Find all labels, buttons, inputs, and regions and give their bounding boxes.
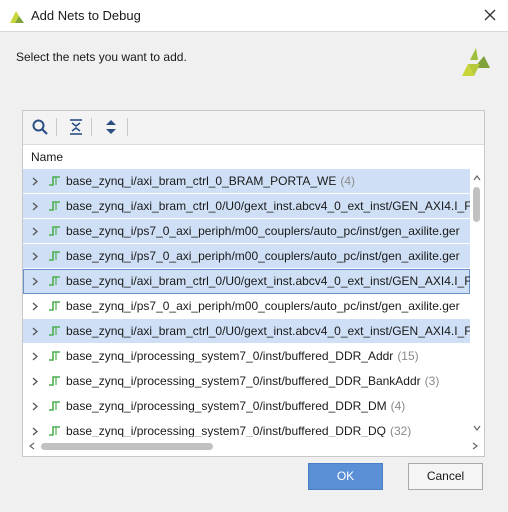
scroll-down-icon[interactable] xyxy=(473,425,481,431)
nets-tree: base_zynq_i/axi_bram_ctrl_0_BRAM_PORTA_W… xyxy=(23,169,470,437)
net-row[interactable]: base_zynq_i/processing_system7_0/inst/bu… xyxy=(23,394,470,419)
horizontal-scroll-thumb[interactable] xyxy=(41,443,213,450)
collapse-all-button[interactable] xyxy=(65,116,87,138)
expand-all-button[interactable] xyxy=(100,116,122,138)
net-bus-icon xyxy=(49,376,60,386)
chevron-right-icon[interactable] xyxy=(31,352,39,361)
net-name: base_zynq_i/processing_system7_0/inst/bu… xyxy=(66,349,419,363)
window-title: Add Nets to Debug xyxy=(31,8,141,23)
net-row[interactable]: base_zynq_i/ps7_0_axi_periph/m00_coupler… xyxy=(23,244,470,269)
net-name: base_zynq_i/axi_bram_ctrl_0/U0/gext_inst… xyxy=(66,274,470,288)
net-name: base_zynq_i/processing_system7_0/inst/bu… xyxy=(66,374,439,388)
close-button[interactable] xyxy=(478,4,502,26)
vivado-logo-icon xyxy=(10,11,24,23)
expand-all-icon xyxy=(106,120,116,134)
chevron-right-icon[interactable] xyxy=(31,327,39,336)
column-header-label: Name xyxy=(31,150,64,164)
net-row[interactable]: base_zynq_i/axi_bram_ctrl_0/U0/gext_inst… xyxy=(23,269,470,294)
net-row[interactable]: base_zynq_i/axi_bram_ctrl_0_BRAM_PORTA_W… xyxy=(23,169,470,194)
net-bit-count: (4) xyxy=(390,399,406,413)
net-name: base_zynq_i/processing_system7_0/inst/bu… xyxy=(66,399,405,413)
title-bar: Add Nets to Debug xyxy=(0,0,508,32)
net-name-text: base_zynq_i/processing_system7_0/inst/bu… xyxy=(66,399,387,413)
ok-button[interactable]: OK xyxy=(308,463,383,490)
cancel-button[interactable]: Cancel xyxy=(408,463,483,490)
net-bus-icon xyxy=(49,276,60,286)
close-icon xyxy=(484,9,496,21)
toolbar-separator xyxy=(56,118,57,136)
net-row[interactable]: base_zynq_i/processing_system7_0/inst/bu… xyxy=(23,344,470,369)
net-bus-icon xyxy=(49,326,60,336)
search-button[interactable] xyxy=(29,116,51,138)
collapse-all-icon xyxy=(70,119,82,135)
chevron-right-icon[interactable] xyxy=(31,202,39,211)
toolbar-separator xyxy=(91,118,92,136)
chevron-right-icon[interactable] xyxy=(31,252,39,261)
net-row[interactable]: base_zynq_i/ps7_0_axi_periph/m00_coupler… xyxy=(23,219,470,244)
net-name-text: base_zynq_i/axi_bram_ctrl_0_BRAM_PORTA_W… xyxy=(66,174,337,188)
chevron-right-icon[interactable] xyxy=(31,277,39,286)
chevron-right-icon[interactable] xyxy=(31,377,39,386)
net-name: base_zynq_i/axi_bram_ctrl_0/U0/gext_inst… xyxy=(66,199,470,213)
net-row[interactable]: base_zynq_i/processing_system7_0/inst/bu… xyxy=(23,369,470,394)
net-bus-icon xyxy=(49,301,60,311)
net-name-text: base_zynq_i/ps7_0_axi_periph/m00_coupler… xyxy=(66,224,460,238)
net-name-text: base_zynq_i/processing_system7_0/inst/bu… xyxy=(66,374,421,388)
net-name-text: base_zynq_i/processing_system7_0/inst/bu… xyxy=(66,424,386,437)
net-row[interactable]: base_zynq_i/axi_bram_ctrl_0/U0/gext_inst… xyxy=(23,194,470,219)
net-name-text: base_zynq_i/ps7_0_axi_periph/m00_coupler… xyxy=(66,249,460,263)
net-name-text: base_zynq_i/axi_bram_ctrl_0/U0/gext_inst… xyxy=(66,199,470,213)
column-header-name[interactable]: Name xyxy=(23,145,484,170)
net-bus-icon xyxy=(49,176,60,186)
chevron-right-icon[interactable] xyxy=(31,227,39,236)
net-name: base_zynq_i/ps7_0_axi_periph/m00_coupler… xyxy=(66,249,464,263)
chevron-right-icon[interactable] xyxy=(31,427,39,436)
net-name: base_zynq_i/axi_bram_ctrl_0_BRAM_PORTA_W… xyxy=(66,174,355,188)
net-bit-count: (4) xyxy=(340,174,356,188)
net-name-text: base_zynq_i/ps7_0_axi_periph/m00_coupler… xyxy=(66,299,460,313)
net-row[interactable]: base_zynq_i/axi_bram_ctrl_0/U0/gext_inst… xyxy=(23,319,470,344)
search-icon xyxy=(32,119,48,135)
net-name-text: base_zynq_i/axi_bram_ctrl_0/U0/gext_inst… xyxy=(66,324,470,338)
chevron-right-icon[interactable] xyxy=(31,177,39,186)
scroll-up-icon[interactable] xyxy=(473,175,481,181)
net-bus-icon xyxy=(49,226,60,236)
chevron-right-icon[interactable] xyxy=(31,402,39,411)
scroll-right-icon[interactable] xyxy=(472,442,478,450)
net-bus-icon xyxy=(49,426,60,436)
net-bit-count: (15) xyxy=(397,349,419,363)
vertical-scroll-thumb[interactable] xyxy=(473,187,480,222)
net-row[interactable]: base_zynq_i/ps7_0_axi_periph/m00_coupler… xyxy=(23,294,470,319)
chevron-right-icon[interactable] xyxy=(31,302,39,311)
net-bus-icon xyxy=(49,401,60,411)
toolbar xyxy=(23,111,484,145)
horizontal-scrollbar[interactable] xyxy=(23,437,484,455)
net-name-text: base_zynq_i/processing_system7_0/inst/bu… xyxy=(66,349,394,363)
net-row[interactable]: base_zynq_i/processing_system7_0/inst/bu… xyxy=(23,419,470,437)
toolbar-separator xyxy=(127,118,128,136)
vertical-scrollbar[interactable] xyxy=(470,169,484,437)
vivado-brand-icon xyxy=(462,48,490,76)
instruction-text: Select the nets you want to add. xyxy=(16,50,187,64)
net-bus-icon xyxy=(49,351,60,361)
nets-panel: Name base_zynq_i/axi_bram_ctrl_0_BRAM_PO… xyxy=(22,110,485,457)
net-name: base_zynq_i/ps7_0_axi_periph/m00_coupler… xyxy=(66,299,464,313)
net-bus-icon xyxy=(49,201,60,211)
net-name-text: base_zynq_i/axi_bram_ctrl_0/U0/gext_inst… xyxy=(66,274,470,288)
net-name: base_zynq_i/processing_system7_0/inst/bu… xyxy=(66,424,411,437)
net-bit-count: (32) xyxy=(389,424,412,437)
net-bit-count: (3) xyxy=(424,374,440,388)
net-bus-icon xyxy=(49,251,60,261)
net-name: base_zynq_i/axi_bram_ctrl_0/U0/gext_inst… xyxy=(66,324,470,338)
net-name: base_zynq_i/ps7_0_axi_periph/m00_coupler… xyxy=(66,224,464,238)
scroll-left-icon[interactable] xyxy=(29,442,35,450)
